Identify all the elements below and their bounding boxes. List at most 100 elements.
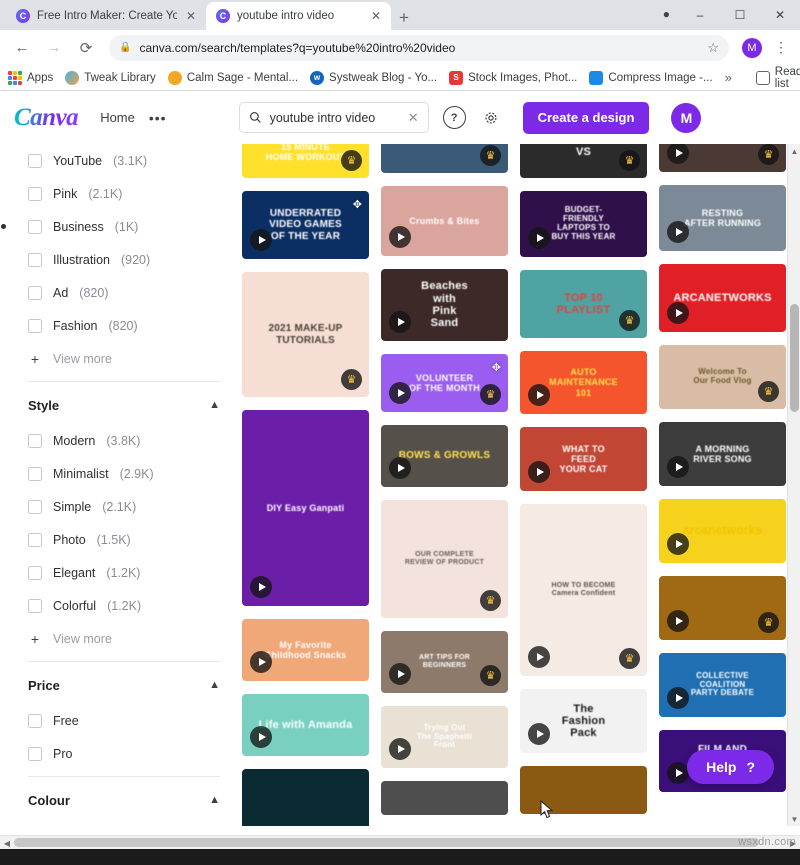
address-bar[interactable]: 🔒 canva.com/search/templates?q=youtube%2…: [109, 35, 729, 61]
template-card[interactable]: 15 MINUTEHOME WORKOUT♛: [242, 144, 369, 178]
sidebar-item-youtube[interactable]: YouTube (3.1K): [28, 144, 220, 177]
play-icon[interactable]: [250, 229, 272, 251]
template-card[interactable]: arcanetworks: [659, 499, 786, 563]
checkbox-icon[interactable]: [28, 154, 42, 168]
template-card[interactable]: ART TIPS FORBEGINNERS♛: [381, 631, 508, 693]
sidebar-item-pink[interactable]: Pink (2.1K): [28, 177, 220, 210]
template-card[interactable]: Welcome ToOur Food Vlog♛: [659, 345, 786, 409]
sidebar-item-business[interactable]: Business (1K): [28, 210, 220, 243]
template-card[interactable]: [242, 769, 369, 826]
template-card[interactable]: Crumbs & Bites: [381, 186, 508, 256]
close-window-button[interactable]: ✕: [760, 0, 800, 30]
template-card[interactable]: TheFashionPack: [520, 689, 647, 753]
bookmark-compress-image[interactable]: Compress Image -...: [589, 71, 712, 85]
play-icon[interactable]: [250, 651, 272, 673]
question-mark-icon[interactable]: ?: [443, 106, 466, 129]
play-icon[interactable]: [667, 762, 689, 784]
star-icon[interactable]: ☆: [707, 40, 719, 56]
checkbox-icon[interactable]: [28, 599, 42, 613]
play-icon[interactable]: [389, 738, 411, 760]
template-card[interactable]: DIY Easy Ganpati: [242, 410, 369, 606]
checkbox-icon[interactable]: [28, 286, 42, 300]
chevron-up-icon[interactable]: ▲: [209, 399, 220, 411]
scroll-left-icon[interactable]: ◀: [0, 836, 14, 850]
template-card[interactable]: 2021 MAKE-UPTUTORIALS♛: [242, 272, 369, 397]
close-icon[interactable]: ✕: [184, 10, 198, 22]
browser-tab-1[interactable]: C Free Intro Maker: Create YouTub ✕: [6, 2, 206, 30]
chevron-up-icon[interactable]: ▲: [209, 679, 220, 691]
template-card[interactable]: TOP 10PLAYLIST♛: [520, 270, 647, 338]
sidebar-item-ad[interactable]: Ad (820): [28, 276, 220, 309]
template-card[interactable]: VOLUNTEEROF THE MONTH♛✥: [381, 354, 508, 412]
reload-icon[interactable]: ⟳: [72, 34, 100, 62]
play-icon[interactable]: [389, 226, 411, 248]
play-icon[interactable]: [667, 144, 689, 164]
template-card[interactable]: BUDGET-FRIENDLYLAPTOPS TOBUY THIS YEAR: [520, 191, 647, 257]
colour-section-header[interactable]: Colour ▲: [28, 781, 220, 819]
play-icon[interactable]: [528, 461, 550, 483]
sidebar-item-fashion[interactable]: Fashion (820): [28, 309, 220, 342]
template-card[interactable]: RESTINGAFTER RUNNING: [659, 185, 786, 251]
play-icon[interactable]: [528, 723, 550, 745]
play-icon[interactable]: [667, 687, 689, 709]
play-icon[interactable]: [667, 456, 689, 478]
play-icon[interactable]: [389, 457, 411, 479]
view-more-topics-button[interactable]: + View more: [28, 342, 220, 375]
sidebar-item-pro[interactable]: Pro: [28, 737, 220, 770]
checkbox-icon[interactable]: [28, 500, 42, 514]
template-card[interactable]: OUR COMPLETEREVIEW OF PRODUCT♛: [381, 500, 508, 618]
template-card[interactable]: VS♛: [520, 144, 647, 178]
bookmark-systweak-blog[interactable]: w Systweak Blog - Yo...: [310, 71, 437, 85]
create-a-design-button[interactable]: Create a design: [523, 102, 650, 134]
nav-more-icon[interactable]: •••: [149, 110, 167, 126]
play-icon[interactable]: [528, 646, 550, 668]
avatar[interactable]: M: [742, 38, 762, 58]
scrollbar-thumb[interactable]: [790, 304, 799, 412]
maximize-button[interactable]: ☐: [720, 0, 760, 30]
template-card[interactable]: BOWS & GROWLS: [381, 425, 508, 487]
sidebar-item-minimalist[interactable]: Minimalist (2.9K): [28, 457, 220, 490]
scroll-down-icon[interactable]: ▼: [788, 812, 800, 826]
play-icon[interactable]: [389, 663, 411, 685]
template-card[interactable]: ♛: [659, 576, 786, 640]
sidebar-item-elegant[interactable]: Elegant (1.2K): [28, 556, 220, 589]
checkbox-icon[interactable]: [28, 566, 42, 580]
play-icon[interactable]: [250, 726, 272, 748]
template-card[interactable]: COLLECTIVECOALITIONPARTY DEBATE: [659, 653, 786, 717]
play-icon[interactable]: [667, 221, 689, 243]
template-card[interactable]: ♛: [659, 144, 786, 172]
gear-icon[interactable]: [480, 106, 503, 129]
scroll-up-icon[interactable]: ▲: [788, 144, 800, 158]
checkbox-icon[interactable]: [28, 714, 42, 728]
play-icon[interactable]: [667, 302, 689, 324]
kebab-menu-icon[interactable]: ⋮: [770, 39, 792, 56]
back-icon[interactable]: ←: [8, 34, 36, 62]
chevron-up-icon[interactable]: ▲: [209, 794, 220, 806]
checkbox-icon[interactable]: [28, 533, 42, 547]
play-icon[interactable]: [667, 533, 689, 555]
checkbox-icon[interactable]: [28, 253, 42, 267]
avatar[interactable]: M: [671, 103, 701, 133]
sidebar-item-free[interactable]: Free: [28, 704, 220, 737]
sidebar-item-illustration[interactable]: Illustration (920): [28, 243, 220, 276]
new-tab-button[interactable]: +: [399, 9, 409, 30]
play-icon[interactable]: [389, 382, 411, 404]
bookmark-apps[interactable]: Apps: [8, 71, 53, 85]
play-icon[interactable]: [389, 311, 411, 333]
style-section-header[interactable]: Style ▲: [28, 386, 220, 424]
checkbox-icon[interactable]: [28, 187, 42, 201]
bookmark-stock-images[interactable]: S Stock Images, Phot...: [449, 71, 577, 85]
profile-pin-icon[interactable]: ●: [663, 7, 670, 21]
template-card[interactable]: BeacheswithPinkSand: [381, 269, 508, 341]
template-card[interactable]: [381, 781, 508, 815]
help-button[interactable]: Help ?: [687, 750, 774, 784]
checkbox-icon[interactable]: [28, 747, 42, 761]
reading-list-button[interactable]: Reading list: [756, 66, 800, 90]
checkbox-icon[interactable]: [28, 319, 42, 333]
template-card[interactable]: AUTOMAINTENANCE101: [520, 351, 647, 414]
template-card[interactable]: A MORNINGRIVER SONG: [659, 422, 786, 486]
bookmarks-overflow-icon[interactable]: »: [725, 70, 732, 85]
template-card[interactable]: ARCANETWORKS: [659, 264, 786, 332]
template-card[interactable]: Trying OutThe SpaghettiFront: [381, 706, 508, 768]
sidebar-item-simple[interactable]: Simple (2.1K): [28, 490, 220, 523]
